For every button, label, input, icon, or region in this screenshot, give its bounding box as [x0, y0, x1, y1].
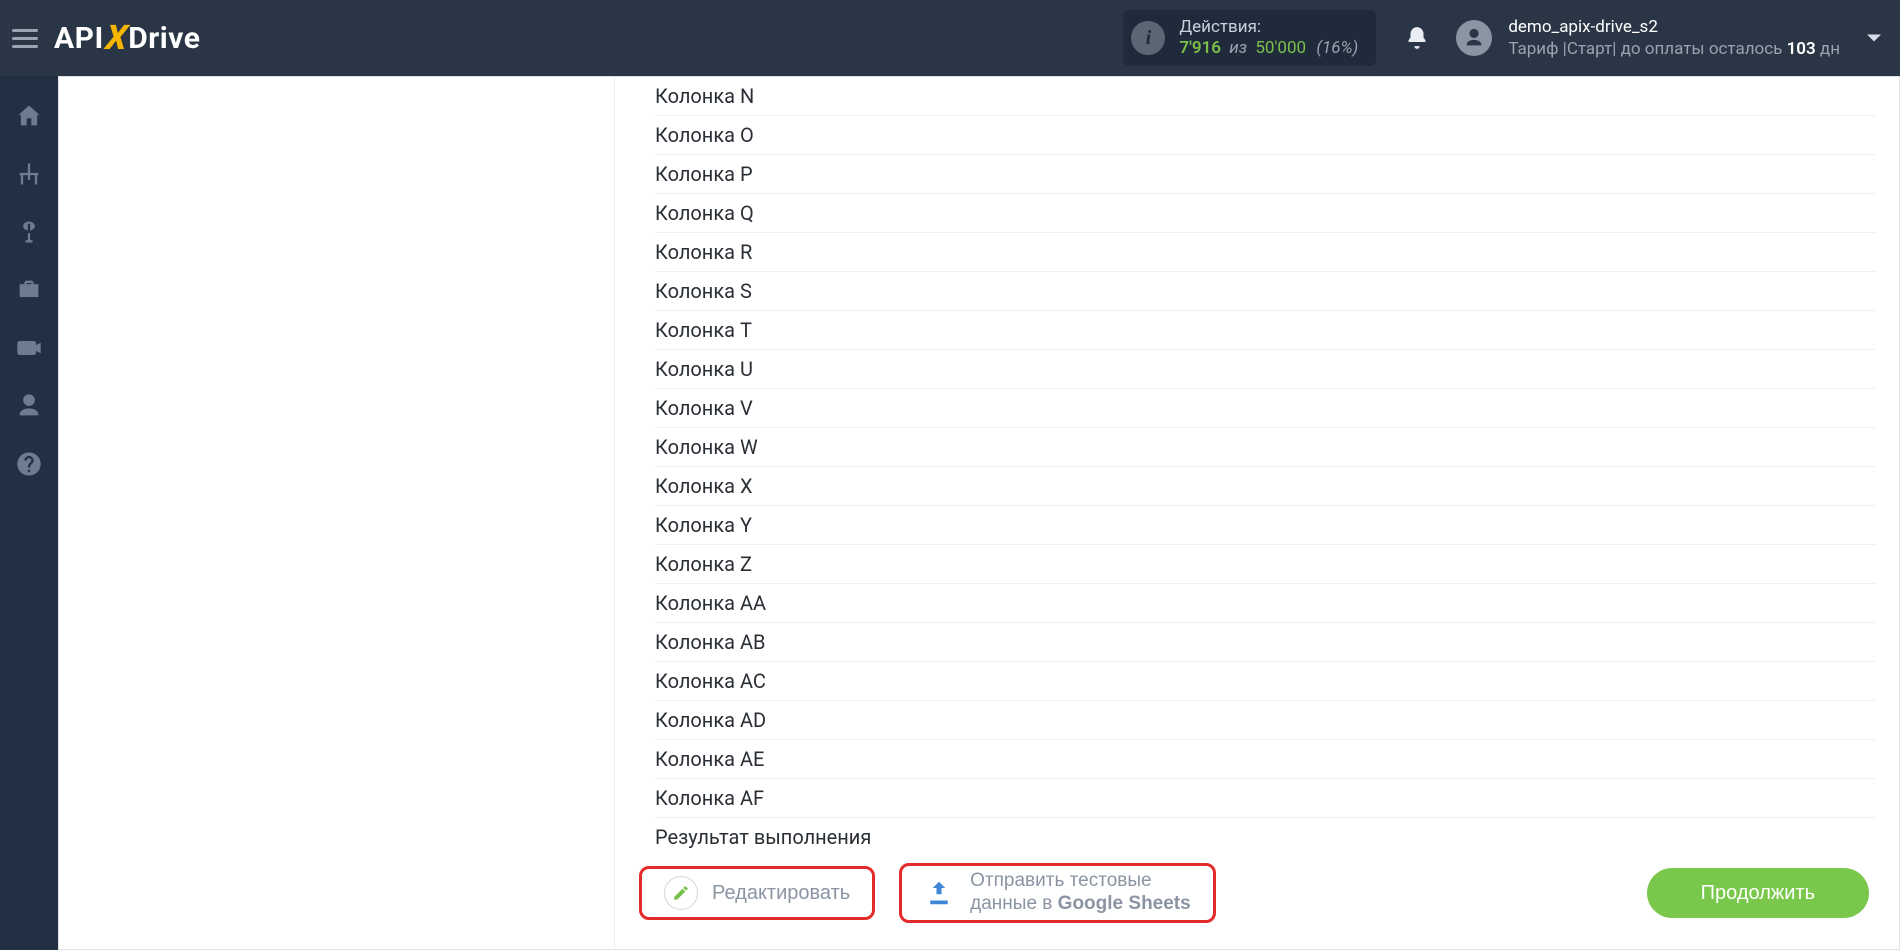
top-bar: API X Drive i Действия: 7'916 из 50'000 … [0, 0, 1900, 76]
list-item[interactable]: Колонка AF [655, 779, 1875, 818]
list-item[interactable]: Колонка AB [655, 623, 1875, 662]
user-icon [1463, 27, 1485, 49]
actions-text: Действия: 7'916 из 50'000 (16%) [1179, 17, 1358, 60]
list-item[interactable]: Колонка P [655, 155, 1875, 194]
list-item[interactable]: Колонка AD [655, 701, 1875, 740]
send-test-data-label: Отправить тестовые данные в Google Sheet… [970, 870, 1191, 916]
list-item[interactable]: Колонка X [655, 467, 1875, 506]
help-icon[interactable] [15, 450, 43, 478]
list-item[interactable]: Колонка S [655, 272, 1875, 311]
panel-footer: Редактировать Отправить тестовые данные … [615, 848, 1899, 949]
menu-icon[interactable] [10, 23, 40, 53]
logo-api: API [54, 21, 104, 56]
list-item[interactable]: Колонка Q [655, 194, 1875, 233]
list-item[interactable]: Колонка O [655, 116, 1875, 155]
account-icon[interactable] [15, 392, 43, 420]
list-item[interactable]: Колонка AE [655, 740, 1875, 779]
home-icon[interactable] [15, 102, 43, 130]
sidebar [0, 76, 58, 950]
main-column: Колонка NКолонка OКолонка PКолонка QКоло… [615, 77, 1899, 949]
actions-iz: из [1229, 38, 1247, 58]
continue-button[interactable]: Продолжить [1647, 868, 1869, 918]
list-item[interactable]: Колонка AC [655, 662, 1875, 701]
content-frame: Колонка NКолонка OКолонка PКолонка QКоло… [58, 76, 1900, 950]
app-logo[interactable]: API X Drive [54, 18, 200, 58]
list-item[interactable]: Колонка U [655, 350, 1875, 389]
edit-button-label: Редактировать [712, 882, 850, 905]
send-test-data-button[interactable]: Отправить тестовые данные в Google Sheet… [899, 863, 1216, 923]
list-item[interactable]: Колонка AA [655, 584, 1875, 623]
actions-percent: (16%) [1316, 38, 1358, 58]
list-item[interactable]: Колонка R [655, 233, 1875, 272]
left-blank-column [59, 77, 615, 949]
logo-drive: Drive [128, 21, 200, 56]
list-item[interactable]: Результат выполнения [655, 818, 1875, 848]
actions-counter[interactable]: i Действия: 7'916 из 50'000 (16%) [1123, 10, 1376, 66]
briefcase-icon[interactable] [15, 276, 43, 304]
connections-icon[interactable] [15, 160, 43, 188]
logo-x: X [104, 18, 130, 58]
list-item[interactable]: Колонка T [655, 311, 1875, 350]
actions-title: Действия: [1179, 17, 1358, 38]
info-icon: i [1131, 21, 1165, 55]
list-item[interactable]: Колонка Y [655, 506, 1875, 545]
edit-icon [664, 876, 698, 910]
column-list: Колонка NКолонка OКолонка PКолонка QКоло… [615, 77, 1899, 848]
bell-icon[interactable] [1404, 25, 1430, 51]
list-item[interactable]: Колонка W [655, 428, 1875, 467]
list-item[interactable]: Колонка N [655, 77, 1875, 116]
actions-total: 50'000 [1255, 38, 1306, 58]
list-item[interactable]: Колонка V [655, 389, 1875, 428]
edit-button[interactable]: Редактировать [639, 866, 875, 920]
video-icon[interactable] [15, 334, 43, 362]
user-name: demo_apix-drive_s2 [1508, 16, 1840, 38]
list-item[interactable]: Колонка Z [655, 545, 1875, 584]
billing-icon[interactable] [15, 218, 43, 246]
main-panel: Колонка NКолонка OКолонка PКолонка QКоло… [58, 76, 1900, 950]
actions-used: 7'916 [1179, 38, 1221, 58]
user-meta[interactable]: demo_apix-drive_s2 Тариф |Старт| до опла… [1508, 16, 1840, 60]
upload-icon [924, 878, 954, 908]
user-tariff: Тариф |Старт| до оплаты осталось 103 дн [1508, 38, 1840, 60]
chevron-down-icon[interactable] [1860, 24, 1888, 52]
avatar[interactable] [1456, 20, 1492, 56]
